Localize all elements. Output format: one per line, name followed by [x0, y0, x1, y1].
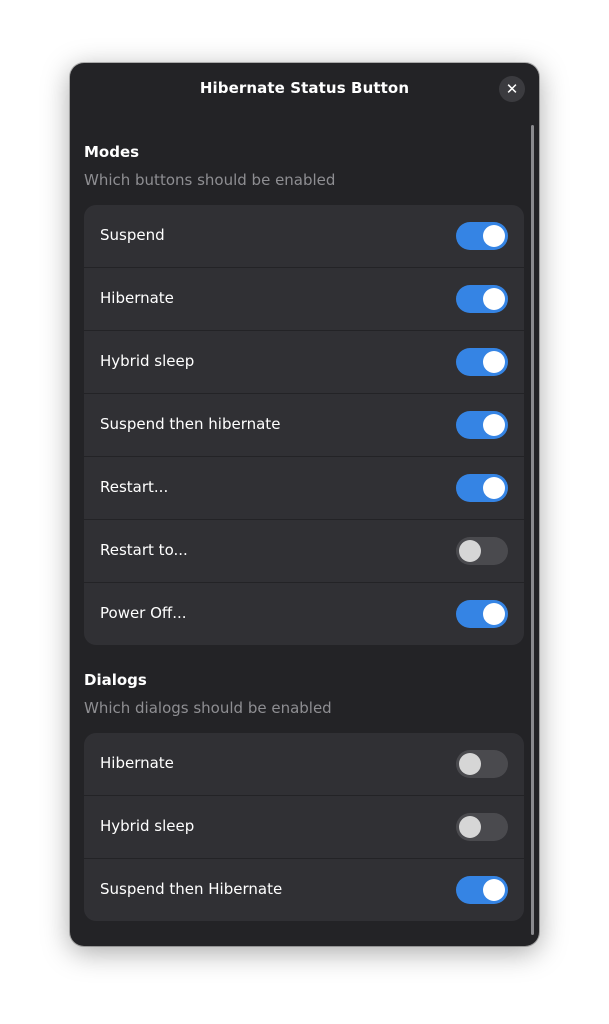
modes-row: Power Off... — [84, 583, 524, 645]
switch-restart[interactable] — [456, 474, 508, 502]
preferences-window: Hibernate Status Button ✕ Modes Which bu… — [70, 63, 539, 946]
modes-row-label: Restart... — [100, 478, 169, 496]
scrollbar[interactable] — [531, 125, 534, 935]
switch-knob — [483, 288, 505, 310]
switch-knob — [459, 816, 481, 838]
modes-row-label: Suspend then hibernate — [100, 415, 281, 433]
modes-row-label: Restart to... — [100, 541, 188, 559]
switch-knob — [483, 414, 505, 436]
dialogs-section-title: Dialogs — [84, 671, 147, 689]
switch-hybrid-sleep[interactable] — [456, 348, 508, 376]
switch-knob — [459, 540, 481, 562]
dialogs-row: Hybrid sleep — [84, 796, 524, 859]
switch-power-off[interactable] — [456, 600, 508, 628]
modes-row-label: Power Off... — [100, 604, 187, 622]
close-icon: ✕ — [505, 80, 519, 98]
dialogs-list: Hibernate Hybrid sleep Suspend then Hibe… — [84, 733, 524, 921]
modes-section-title: Modes — [84, 143, 140, 161]
close-button[interactable]: ✕ — [499, 76, 525, 102]
modes-row: Hibernate — [84, 268, 524, 331]
switch-dialog-hybrid-sleep[interactable] — [456, 813, 508, 841]
switch-knob — [483, 225, 505, 247]
modes-section-subtitle: Which buttons should be enabled — [84, 171, 336, 189]
modes-row-label: Hibernate — [100, 289, 174, 307]
switch-knob — [483, 351, 505, 373]
modes-row: Restart to... — [84, 520, 524, 583]
window-title: Hibernate Status Button — [199, 79, 410, 97]
modes-row: Suspend — [84, 205, 524, 268]
header-bar: Hibernate Status Button ✕ — [70, 63, 539, 115]
modes-row: Hybrid sleep — [84, 331, 524, 394]
modes-row-label: Suspend — [100, 226, 165, 244]
switch-dialog-hibernate[interactable] — [456, 750, 508, 778]
dialogs-section-subtitle: Which dialogs should be enabled — [84, 699, 332, 717]
switch-knob — [459, 753, 481, 775]
dialogs-row: Suspend then Hibernate — [84, 859, 524, 921]
dialogs-row: Hibernate — [84, 733, 524, 796]
modes-list: Suspend Hibernate Hybrid sleep Suspend t… — [84, 205, 524, 645]
modes-row-label: Hybrid sleep — [100, 352, 195, 370]
switch-knob — [483, 879, 505, 901]
switch-suspend-then-hibernate[interactable] — [456, 411, 508, 439]
switch-restart-to[interactable] — [456, 537, 508, 565]
modes-row: Suspend then hibernate — [84, 394, 524, 457]
dialogs-row-label: Suspend then Hibernate — [100, 880, 283, 898]
switch-dialog-suspend-then-hibernate[interactable] — [456, 876, 508, 904]
dialogs-row-label: Hybrid sleep — [100, 817, 195, 835]
modes-row: Restart... — [84, 457, 524, 520]
switch-knob — [483, 477, 505, 499]
switch-knob — [483, 603, 505, 625]
switch-hibernate[interactable] — [456, 285, 508, 313]
switch-suspend[interactable] — [456, 222, 508, 250]
dialogs-row-label: Hibernate — [100, 754, 174, 772]
